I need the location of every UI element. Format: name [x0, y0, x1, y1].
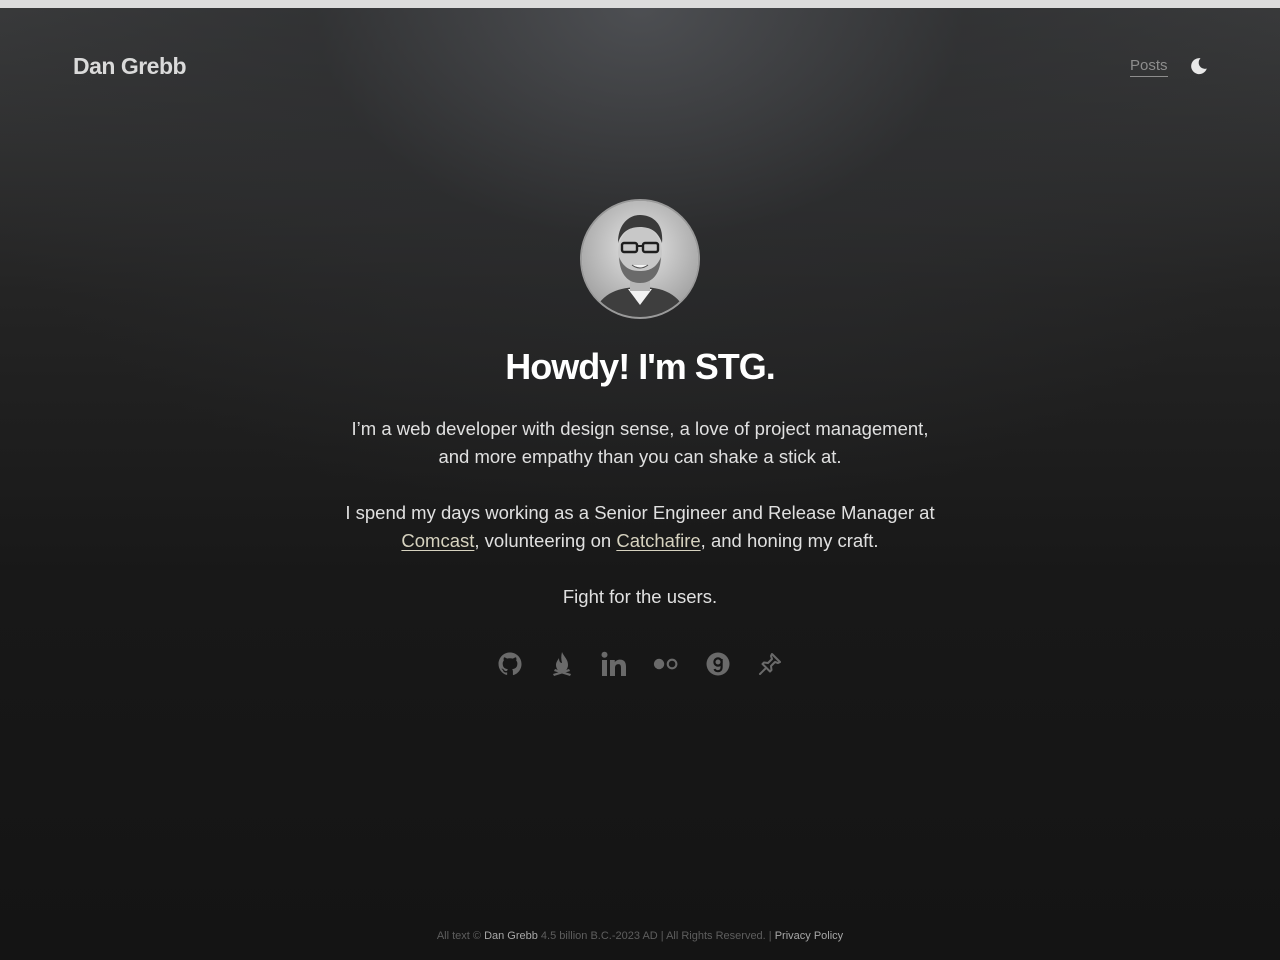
intro-paragraph-1: I’m a web developer with design sense, a…	[351, 418, 929, 467]
avatar	[580, 199, 700, 319]
site-title[interactable]: Dan Grebb	[73, 53, 187, 80]
footer-prefix: All text ©	[436, 930, 485, 942]
goodreads-icon[interactable]	[705, 651, 731, 677]
site-footer: All text © Dan Grebb 4.5 billion B.C.-20…	[0, 930, 1280, 942]
site-header: Dan Grebb Posts	[73, 50, 1208, 84]
flickr-icon[interactable]	[653, 651, 679, 677]
nav-posts-link[interactable]: Posts	[1130, 57, 1168, 77]
intro-paragraph-2-prefix: I spend my days working as a Senior Engi…	[345, 502, 935, 523]
footer-author-link[interactable]: Dan Grebb	[484, 930, 538, 942]
page-heading: Howdy! I'm STG.	[505, 346, 776, 387]
tagline: Fight for the users.	[562, 586, 718, 607]
intro-text: I’m a web developer with design sense, a…	[0, 415, 1280, 611]
intro-paragraph-2: I spend my days working as a Senior Engi…	[340, 499, 940, 555]
catchafire-link[interactable]: Catchafire	[616, 530, 700, 551]
intro-paragraph-2-suffix: , and honing my craft.	[700, 530, 879, 551]
footer-middle: 4.5 billion B.C.-2023 AD | All Rights Re…	[537, 930, 775, 942]
browser-top-strip	[0, 0, 1280, 8]
pin-icon[interactable]	[757, 651, 783, 677]
privacy-policy-link[interactable]: Privacy Policy	[775, 930, 843, 942]
main-content: Howdy! I'm STG. I’m a web developer with…	[0, 199, 1280, 677]
campfire-icon[interactable]	[549, 651, 575, 677]
comcast-link[interactable]: Comcast	[401, 530, 474, 551]
linkedin-icon[interactable]	[601, 651, 627, 677]
intro-paragraph-2-mid: , volunteering on	[474, 530, 617, 551]
moon-icon[interactable]	[1189, 56, 1209, 76]
social-links	[0, 651, 1280, 677]
github-icon[interactable]	[497, 651, 523, 677]
